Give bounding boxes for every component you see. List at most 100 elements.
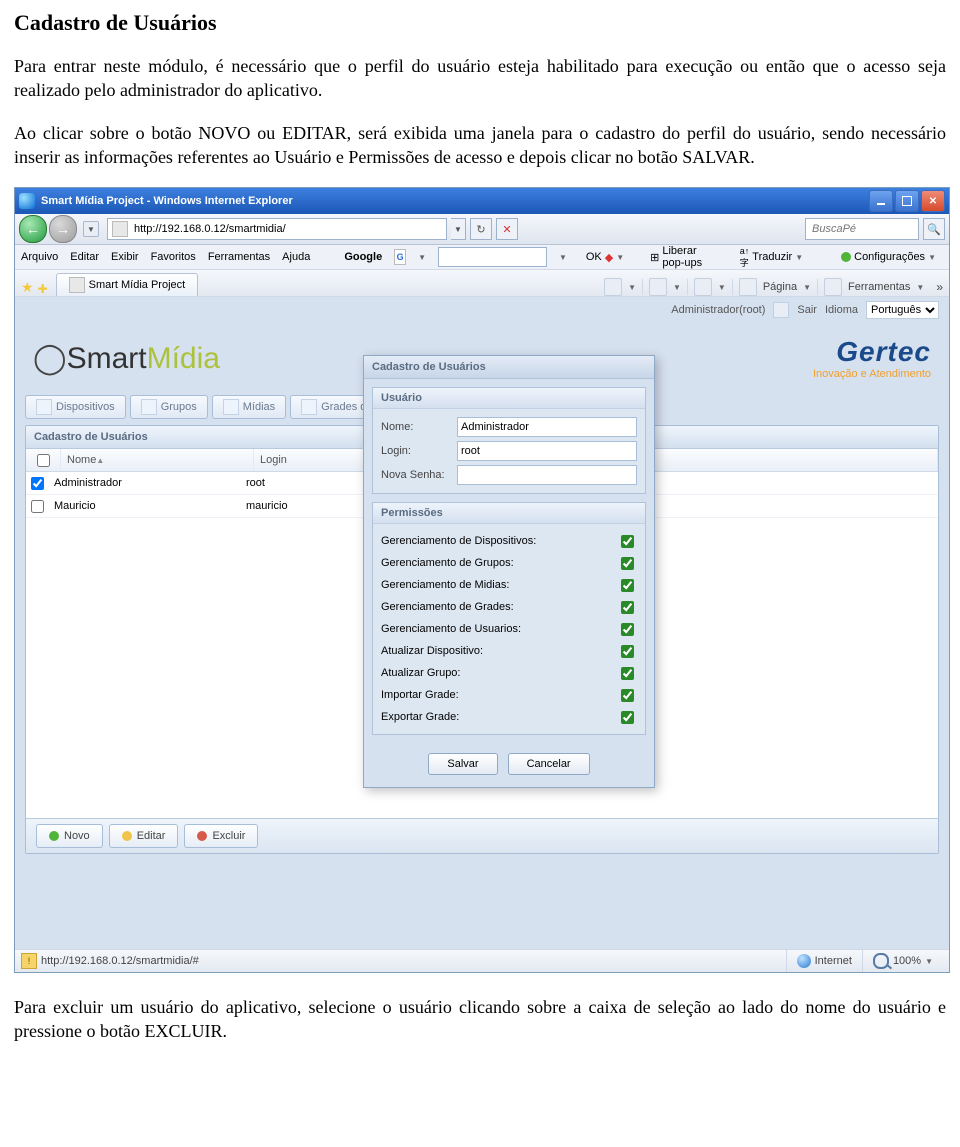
- tab-bar: ★ ✚ Smart Mídia Project ▼ ▼ ▼ Página▼ Fe…: [15, 270, 949, 297]
- search-box[interactable]: [805, 218, 919, 240]
- nav-grupos[interactable]: Grupos: [130, 395, 208, 419]
- nav-dropdown[interactable]: ▼: [83, 221, 99, 237]
- print-icon[interactable]: [694, 278, 712, 296]
- google-dropdown-icon[interactable]: ▼: [418, 253, 426, 262]
- page-title: Cadastro de Usuários: [14, 10, 946, 36]
- minimize-button[interactable]: [869, 190, 893, 212]
- favorites-star-icon[interactable]: ★: [21, 279, 34, 296]
- logout-icon[interactable]: [773, 302, 789, 318]
- device-icon: [36, 399, 52, 415]
- menu-exibir[interactable]: Exibir: [111, 251, 139, 263]
- salvar-button[interactable]: Salvar: [428, 753, 497, 775]
- novo-button[interactable]: Novo: [36, 824, 103, 848]
- modal-footer: Salvar Cancelar: [364, 743, 654, 787]
- media-icon: [223, 399, 239, 415]
- zoom-icon: [873, 953, 889, 969]
- address-bar[interactable]: [107, 218, 447, 240]
- perm-checkbox-grupos[interactable]: [621, 557, 634, 570]
- language-select[interactable]: Português: [866, 301, 939, 319]
- tab-smartmidia[interactable]: Smart Mídia Project: [56, 273, 199, 296]
- schedule-icon: [301, 399, 317, 415]
- tools-menu[interactable]: Ferramentas: [848, 281, 910, 293]
- feeds-icon[interactable]: [649, 278, 667, 296]
- ie-icon: [19, 193, 35, 209]
- google-search-input[interactable]: [438, 247, 547, 267]
- search-input[interactable]: [810, 222, 914, 236]
- menu-arquivo[interactable]: Arquivo: [21, 251, 58, 263]
- perm-checkbox-importar[interactable]: [621, 689, 634, 702]
- tools-icon[interactable]: [824, 278, 842, 296]
- nav-dispositivos[interactable]: Dispositivos: [25, 395, 126, 419]
- page-icon[interactable]: [739, 278, 757, 296]
- nav-midias[interactable]: Mídias: [212, 395, 286, 419]
- editar-button[interactable]: Editar: [109, 824, 179, 848]
- perm-checkbox-dispositivos[interactable]: [621, 535, 634, 548]
- home-icon[interactable]: [604, 278, 622, 296]
- search-button[interactable]: 🔍: [923, 218, 945, 240]
- login-input[interactable]: [457, 441, 637, 461]
- cancelar-button[interactable]: Cancelar: [508, 753, 590, 775]
- nav-toolbar: ← → ▼ ▼ ↻ ✕ 🔍: [15, 214, 949, 245]
- status-dot-icon: [841, 252, 851, 262]
- perm-checkbox-midias[interactable]: [621, 579, 634, 592]
- plus-icon: [49, 831, 59, 841]
- perm-checkbox-usuarios[interactable]: [621, 623, 634, 636]
- cell-login: mauricio: [240, 500, 294, 512]
- perm-checkbox-grades[interactable]: [621, 601, 634, 614]
- back-button[interactable]: ←: [19, 215, 47, 243]
- menu-favoritos[interactable]: Favoritos: [151, 251, 196, 263]
- login-label: Login:: [381, 445, 457, 457]
- warning-icon[interactable]: !: [21, 953, 37, 969]
- translate-button[interactable]: a↑字Traduzir▼: [733, 247, 810, 267]
- menu-ferramentas[interactable]: Ferramentas: [208, 251, 270, 263]
- forward-button[interactable]: →: [49, 215, 77, 243]
- add-favorite-icon[interactable]: ✚: [38, 282, 48, 296]
- senha-label: Nova Senha:: [381, 469, 457, 481]
- user-fieldset: Usuário Nome: Login: Nova Senha:: [372, 387, 646, 494]
- address-dropdown[interactable]: ▼: [451, 218, 466, 240]
- nome-input[interactable]: [457, 417, 637, 437]
- config-button[interactable]: Configurações▼: [834, 247, 943, 267]
- perm-section-title: Permissões: [373, 503, 645, 524]
- intro-paragraph-3: Para excluir um usuário do aplicativo, s…: [14, 995, 946, 1044]
- perm-checkbox-exportar[interactable]: [621, 711, 634, 724]
- gertec-logo: Gertec Inovação e Atendimento: [813, 336, 931, 380]
- browser-window: Smart Mídia Project - Windows Internet E…: [14, 187, 950, 973]
- select-all-checkbox[interactable]: [37, 454, 50, 467]
- google-ok-button[interactable]: OK ◆▼: [579, 247, 631, 267]
- row-checkbox[interactable]: [31, 477, 44, 490]
- page-menu[interactable]: Página: [763, 281, 797, 293]
- refresh-button[interactable]: ↻: [470, 218, 492, 240]
- google-search-dropdown[interactable]: ▼: [559, 253, 567, 262]
- popup-button[interactable]: ⊞Liberar pop-ups: [643, 247, 721, 267]
- col-nome[interactable]: Nome ▲: [61, 449, 254, 471]
- status-url: http://192.168.0.12/smartmidia/#: [41, 955, 199, 967]
- perm-label: Gerenciamento de Midias:: [381, 579, 509, 591]
- google-icon[interactable]: G: [394, 249, 406, 265]
- perm-checkbox-atualizar-grupo[interactable]: [621, 667, 634, 680]
- senha-input[interactable]: [457, 465, 637, 485]
- group-icon: [141, 399, 157, 415]
- perm-checkbox-atualizar-disp[interactable]: [621, 645, 634, 658]
- row-checkbox[interactable]: [31, 500, 44, 513]
- menu-ajuda[interactable]: Ajuda: [282, 251, 310, 263]
- menu-bar: Arquivo Editar Exibir Favoritos Ferramen…: [15, 245, 949, 270]
- menu-editar[interactable]: Editar: [70, 251, 99, 263]
- security-zone[interactable]: Internet: [786, 950, 862, 972]
- cell-nome: Administrador: [48, 477, 240, 489]
- zoom-control[interactable]: 100%▼: [862, 950, 943, 972]
- overflow-icon[interactable]: »: [936, 280, 943, 294]
- excluir-button[interactable]: Excluir: [184, 824, 258, 848]
- maximize-button[interactable]: [895, 190, 919, 212]
- app-content: Administrador(root) Sair Idioma Portuguê…: [15, 297, 949, 949]
- url-input[interactable]: [132, 222, 442, 236]
- logout-link[interactable]: Sair: [797, 304, 817, 316]
- close-button[interactable]: ✕: [921, 190, 945, 212]
- current-user-label: Administrador(root): [671, 304, 765, 316]
- perm-label: Atualizar Dispositivo:: [381, 645, 483, 657]
- perm-label: Importar Grade:: [381, 689, 459, 701]
- stop-button[interactable]: ✕: [496, 218, 518, 240]
- smartmidia-logo: ◯SmartMídia: [33, 341, 220, 376]
- perm-label: Gerenciamento de Grades:: [381, 601, 514, 613]
- globe-icon: [797, 954, 811, 968]
